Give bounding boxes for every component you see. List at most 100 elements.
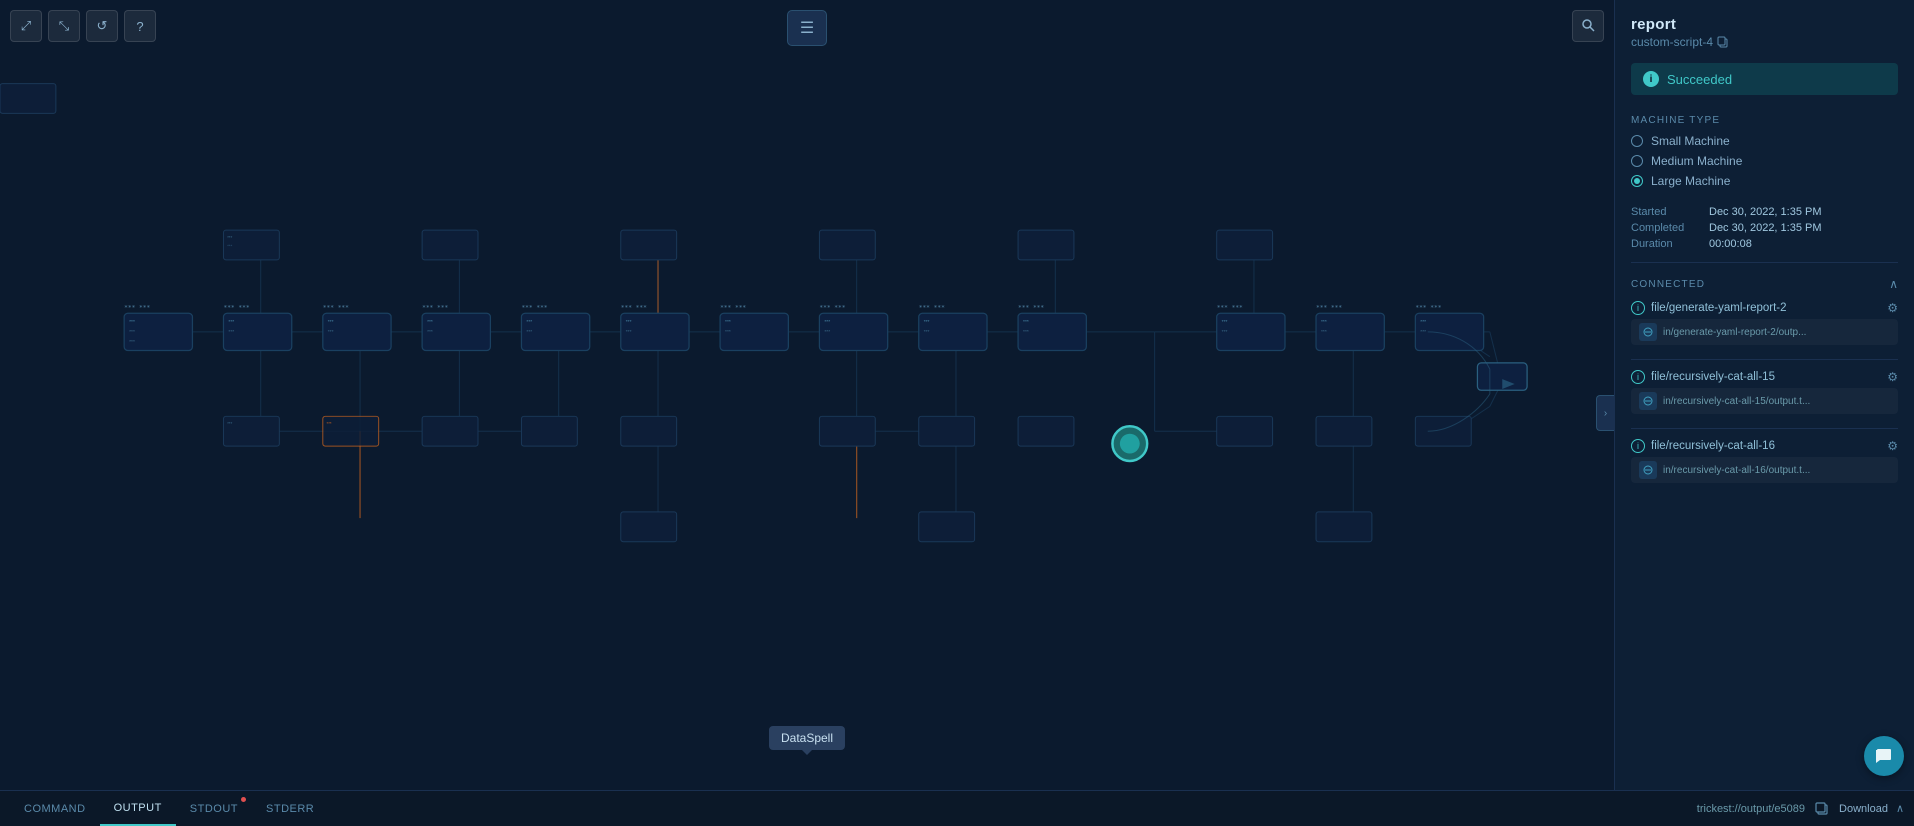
svg-text:***: *** xyxy=(227,421,232,426)
help-icon: ? xyxy=(136,19,143,34)
node-group[interactable]: *** *** xyxy=(1018,313,1086,350)
node-group-upper[interactable] xyxy=(621,230,677,260)
svg-text:***: *** xyxy=(526,329,532,335)
settings-icon-0[interactable]: ⚙ xyxy=(1887,301,1898,315)
tab-stderr[interactable]: STDERR xyxy=(252,791,328,826)
node-group-upper[interactable] xyxy=(1018,230,1074,260)
node-group-lower[interactable]: *** xyxy=(323,416,379,446)
node-group[interactable]: *** *** xyxy=(1415,313,1483,350)
node-group-upper[interactable] xyxy=(422,230,478,260)
svg-text:***: *** xyxy=(824,319,830,325)
svg-text:***: *** xyxy=(228,329,234,335)
svg-text:***: *** xyxy=(725,329,731,335)
help-button[interactable]: ? xyxy=(124,10,156,42)
node-group[interactable]: *** *** xyxy=(1217,313,1285,350)
fullscreen-button[interactable]: ⤡ xyxy=(48,10,80,42)
settings-icon-1[interactable]: ⚙ xyxy=(1887,370,1898,384)
connected-item-header-2: i file/recursively-cat-all-16 ⚙ xyxy=(1631,439,1898,453)
url-copy-button[interactable] xyxy=(1813,800,1831,818)
radio-medium-machine[interactable]: Medium Machine xyxy=(1631,154,1898,168)
svg-text:***: *** xyxy=(129,339,135,345)
node-group-lowest[interactable] xyxy=(621,512,677,542)
settings-icon-2[interactable]: ⚙ xyxy=(1887,439,1898,453)
duration-label: Duration xyxy=(1631,238,1703,250)
node-group-lower[interactable] xyxy=(819,416,875,446)
node-group-lower[interactable] xyxy=(621,416,677,446)
svg-text:***: *** xyxy=(626,319,632,325)
active-node[interactable] xyxy=(1112,426,1147,461)
node-group[interactable]: *** *** *** xyxy=(124,313,192,350)
panel-collapse-button[interactable]: › xyxy=(1596,395,1614,431)
path-icon-0 xyxy=(1639,323,1657,341)
list-view-button[interactable]: ☰ xyxy=(787,10,827,46)
node-group[interactable]: *** *** xyxy=(720,313,788,350)
node-group-upper[interactable]: *** *** xyxy=(223,230,279,260)
tab-output[interactable]: OUTPUT xyxy=(100,791,176,826)
connected-item-name-2: file/recursively-cat-all-16 xyxy=(1651,440,1881,452)
output-url[interactable]: trickest://output/e5089 xyxy=(1697,803,1805,815)
svg-text:***: *** xyxy=(1023,329,1029,335)
node-group-lowest[interactable] xyxy=(1316,512,1372,542)
copy-icon[interactable] xyxy=(1717,36,1729,48)
connected-collapse-button[interactable]: ∧ xyxy=(1889,277,1898,291)
node-group[interactable]: *** *** xyxy=(422,313,490,350)
svg-text:***: *** xyxy=(129,319,135,325)
panel-header: report custom-script-4 xyxy=(1615,0,1914,53)
connected-header: CONNECTED ∧ xyxy=(1615,267,1914,295)
node-group[interactable]: *** *** xyxy=(1316,313,1384,350)
svg-text:***: *** xyxy=(328,329,334,335)
refresh-button[interactable]: ↺ xyxy=(86,10,118,42)
download-button[interactable]: Download xyxy=(1839,803,1888,815)
path-icon-2 xyxy=(1639,461,1657,479)
connected-item-0: i file/generate-yaml-report-2 ⚙ in/gener… xyxy=(1615,295,1914,355)
node-group[interactable]: *** *** xyxy=(223,313,291,350)
node-group-lower[interactable] xyxy=(1217,416,1273,446)
node-group-lower[interactable] xyxy=(919,416,975,446)
node-group-lower[interactable]: *** xyxy=(223,416,279,446)
connected-item-name-1: file/recursively-cat-all-15 xyxy=(1651,371,1881,383)
node-group[interactable]: *** *** xyxy=(919,313,987,350)
svg-text:***: *** xyxy=(924,329,930,335)
svg-text:***: *** xyxy=(427,319,433,325)
timestamps-section: Started Dec 30, 2022, 1:35 PM Completed … xyxy=(1615,198,1914,258)
status-text: Succeeded xyxy=(1667,72,1732,87)
svg-text:*** ***: *** *** xyxy=(1018,305,1044,312)
node-group[interactable]: *** *** xyxy=(323,313,391,350)
node-group-upper[interactable] xyxy=(1217,230,1273,260)
graph-canvas: *** *** *** *** *** *** *** xyxy=(0,60,1614,790)
radio-large-machine[interactable]: Large Machine xyxy=(1631,174,1898,188)
node-group-upper[interactable] xyxy=(0,84,56,114)
stdout-dot xyxy=(241,797,246,802)
bottom-chevron-button[interactable]: ∧ xyxy=(1896,802,1904,815)
connected-path-2: in/recursively-cat-all-16/output.t... xyxy=(1631,457,1898,483)
node-group-lower[interactable] xyxy=(1018,416,1074,446)
node-group[interactable]: *** *** xyxy=(819,313,887,350)
node-group[interactable]: *** *** xyxy=(521,313,589,350)
svg-text:***: *** xyxy=(328,319,334,325)
fullscreen-icon: ⤡ xyxy=(59,18,69,34)
node-group-lowest[interactable] xyxy=(919,512,975,542)
node-group-lower[interactable] xyxy=(521,416,577,446)
svg-text:*** ***: *** *** xyxy=(919,305,945,312)
node-group-upper[interactable] xyxy=(819,230,875,260)
svg-text:***: *** xyxy=(1023,319,1029,325)
svg-text:*** ***: *** *** xyxy=(720,305,746,312)
expand-button[interactable]: ⤢ xyxy=(10,10,42,42)
node-group-lower[interactable] xyxy=(1415,416,1471,446)
svg-text:***: *** xyxy=(526,319,532,325)
svg-text:***: *** xyxy=(1222,329,1228,335)
node-group-lower[interactable] xyxy=(1316,416,1372,446)
node-group-lower[interactable] xyxy=(422,416,478,446)
expand-icon: ⤢ xyxy=(21,18,31,34)
connected-path-1: in/recursively-cat-all-15/output.t... xyxy=(1631,388,1898,414)
chat-button[interactable] xyxy=(1864,736,1904,776)
svg-text:***: *** xyxy=(924,319,930,325)
connected-item-name-0: file/generate-yaml-report-2 xyxy=(1651,302,1881,314)
radio-small-machine[interactable]: Small Machine xyxy=(1631,134,1898,148)
canvas-search-button[interactable] xyxy=(1572,10,1604,42)
node-group[interactable]: *** *** xyxy=(621,313,689,350)
chevron-right-icon: › xyxy=(1604,408,1607,419)
tab-command[interactable]: COMMAND xyxy=(10,791,100,826)
tab-stdout[interactable]: STDOUT xyxy=(176,791,252,826)
started-value: Dec 30, 2022, 1:35 PM xyxy=(1709,206,1822,218)
